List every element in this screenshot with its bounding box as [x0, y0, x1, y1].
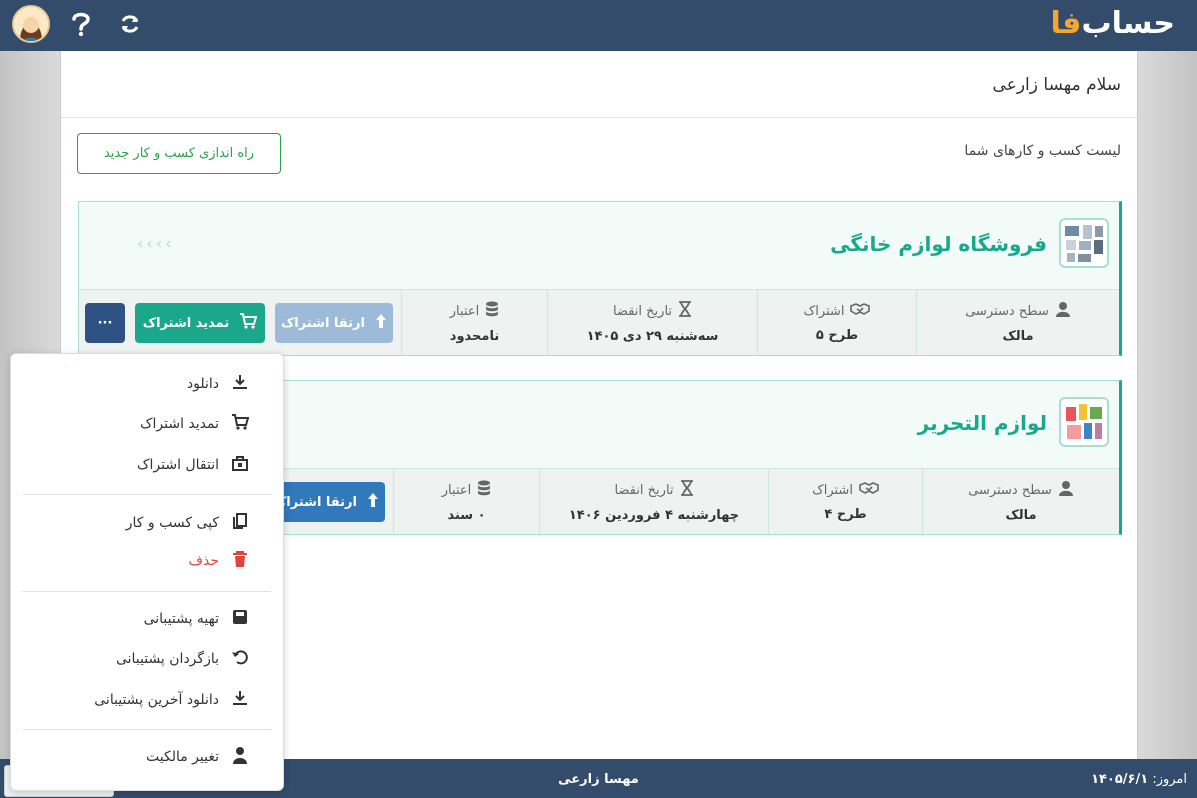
handshake-icon [850, 302, 871, 320]
business-name: لوازم التحریر [917, 411, 1047, 435]
expiry-cell: تاریخ انقضا سه‌شنبه ۲۹ دی ۱۴۰۵ [547, 290, 757, 355]
upgrade-label: ارتقا اشتراک [273, 494, 357, 510]
subscription-label: اشتراک [803, 303, 845, 319]
download-icon [231, 373, 249, 395]
user-icon [231, 746, 249, 768]
more-options-button[interactable]: ··· [85, 303, 125, 343]
business-info-row: سطح دسترسی مالک اشتراک طرح ۵ تاریخ انقضا… [79, 289, 1119, 355]
date-label: امروز: [1152, 772, 1187, 787]
right-gutter [1137, 51, 1197, 759]
menu-item-transfer[interactable]: انتقال اشتراک [137, 455, 249, 475]
access-level-value: مالک [1002, 329, 1034, 344]
menu-item-delete[interactable]: حذف [188, 551, 249, 571]
refresh-icon[interactable] [114, 10, 146, 38]
expiry-label: تاریخ انقضا [614, 482, 674, 498]
subscription-cell: اشتراک طرح ۵ [757, 290, 916, 355]
upgrade-label: ارتقا اشتراک [281, 315, 365, 331]
app-logo: فا حساب [1051, 6, 1177, 41]
menu-item-label: بازگردان پشتیبانی [115, 651, 219, 667]
appliances-icon [1059, 218, 1109, 268]
subscription-value: طرح ۴ [824, 507, 867, 522]
menu-item-label: حذف [188, 553, 219, 569]
expiry-label: تاریخ انقضا [612, 303, 673, 319]
upload-arrow-icon [375, 313, 387, 333]
undo-icon [231, 648, 249, 670]
menu-item-label: دانلود [186, 376, 219, 392]
menu-divider [23, 494, 271, 495]
menu-item-label: تهیه پشتیبانی [143, 611, 219, 627]
database-icon [485, 301, 499, 321]
hourglass-icon [678, 301, 692, 321]
footer-date: امروز: ۱۴۰۵/۶/۱ [1091, 772, 1187, 787]
menu-item-create-backup[interactable]: تهیه پشتیبانی [144, 609, 249, 629]
business-list-title: لیست کسب و کارهای شما [964, 143, 1121, 159]
subscription-value: طرح ۵ [815, 328, 859, 343]
upload-arrow-icon [367, 492, 379, 512]
user-icon [1058, 480, 1074, 500]
database-icon [477, 480, 491, 500]
subscription-cell: اشتراک طرح ۴ [768, 469, 922, 534]
expiry-value: چهارشنبه ۴ فروردین ۱۴۰۶ [568, 508, 740, 523]
cart-icon [231, 413, 250, 435]
menu-item-download-latest-backup[interactable]: دانلود آخرین پشتیبانی [94, 690, 249, 710]
copy-icon [231, 512, 249, 534]
upgrade-subscription-button[interactable]: ارتقا اشتراک [275, 303, 393, 343]
transfer-icon [231, 454, 249, 476]
business-card: فروشگاه لوازم خانگی ‹‹‹‹ سطح دسترسی مالک… [78, 201, 1122, 356]
menu-divider [23, 591, 271, 592]
help-icon[interactable] [65, 10, 97, 38]
options-dropdown-menu: دانلود تمدید اشتراک انتقال اشتراک کپی کس… [10, 353, 284, 791]
chevrons-icon: ‹‹‹‹ [137, 234, 175, 253]
cart-icon [239, 313, 258, 333]
menu-item-label: دانلود آخرین پشتیبانی [94, 692, 219, 708]
access-level-cell: سطح دسترسی مالک [922, 469, 1119, 534]
menu-item-download[interactable]: دانلود [187, 374, 249, 394]
divider [61, 117, 1137, 118]
save-icon [231, 608, 249, 630]
expiry-value: سه‌شنبه ۲۹ دی ۱۴۰۵ [586, 329, 719, 344]
new-business-button[interactable]: راه اندازی کسب و کار جدید [77, 133, 281, 174]
business-name: فروشگاه لوازم خانگی [830, 232, 1047, 256]
logo-accent: فا [1050, 6, 1082, 41]
menu-divider [23, 729, 271, 730]
upgrade-subscription-button[interactable]: ارتقا اشتراک [267, 482, 385, 522]
credit-value: ۰ سند [447, 508, 486, 523]
menu-item-copy-business[interactable]: کپی کسب و کار [126, 513, 249, 533]
menu-item-label: انتقال اشتراک [137, 457, 219, 473]
business-actions: ارتقا اشتراک تمدید اشتراک ··· [79, 290, 401, 355]
download-icon [231, 689, 249, 711]
menu-item-label: تغییر مالکیت [145, 749, 219, 765]
trash-icon [231, 550, 249, 572]
access-level-label: سطح دسترسی [968, 482, 1052, 498]
access-level-label: سطح دسترسی [965, 303, 1049, 319]
user-icon [1055, 301, 1071, 321]
access-level-cell: سطح دسترسی مالک [916, 290, 1119, 355]
credit-value: نامحدود [449, 329, 500, 344]
credit-label: اعتبار [441, 482, 472, 498]
date-value: ۱۴۰۵/۶/۱ [1091, 772, 1149, 787]
menu-item-restore-backup[interactable]: بازگردان پشتیبانی [116, 649, 249, 669]
subscription-label: اشتراک [812, 482, 853, 498]
business-card-header[interactable]: فروشگاه لوازم خانگی ‹‹‹‹ [79, 202, 1119, 289]
credit-cell: اعتبار ۰ سند [393, 469, 539, 534]
menu-item-label: کپی کسب و کار [125, 515, 219, 531]
menu-item-label: تمدید اشتراک [139, 416, 219, 432]
logo-main: حساب [1081, 6, 1175, 41]
credit-cell: اعتبار نامحدود [401, 290, 547, 355]
access-level-value: مالک [1005, 508, 1037, 523]
menu-item-renew[interactable]: تمدید اشتراک [139, 413, 250, 435]
hourglass-icon [680, 480, 694, 500]
top-bar: فا حساب [0, 0, 1197, 51]
stationery-icon [1059, 397, 1109, 447]
handshake-icon [859, 481, 879, 499]
menu-item-change-ownership[interactable]: تغییر مالکیت [146, 747, 249, 767]
avatar[interactable] [12, 5, 50, 43]
credit-label: اعتبار [449, 303, 480, 319]
expiry-cell: تاریخ انقضا چهارشنبه ۴ فروردین ۱۴۰۶ [539, 469, 768, 534]
greeting-text: سلام مهسا زارعی [992, 75, 1121, 95]
renew-label: تمدید اشتراک [142, 315, 230, 331]
renew-subscription-button[interactable]: تمدید اشتراک [135, 303, 265, 343]
